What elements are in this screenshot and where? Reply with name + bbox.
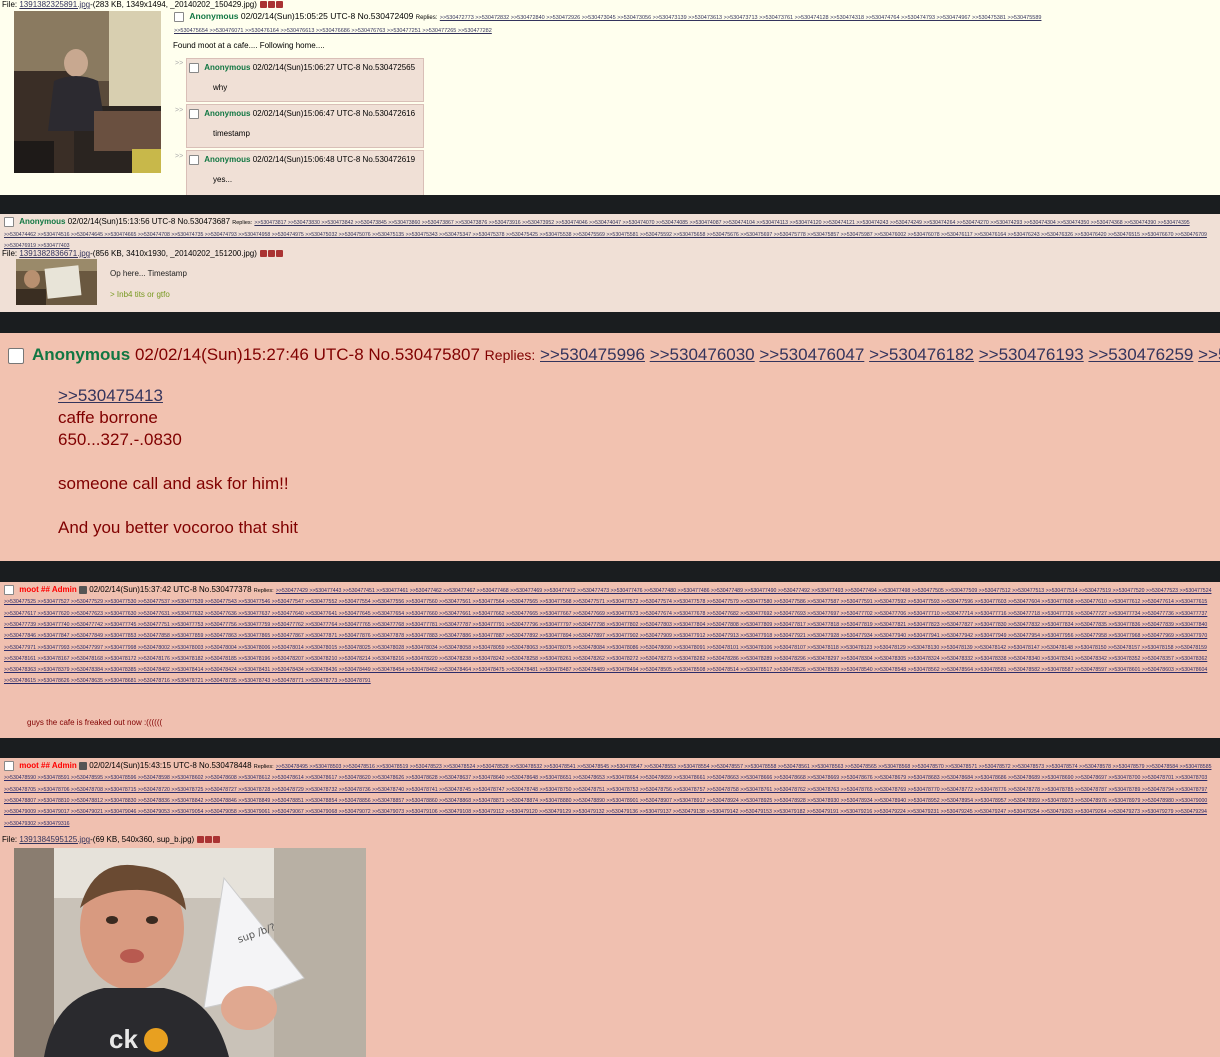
post-checkbox[interactable] xyxy=(189,109,199,119)
screenshot-2-op-timestamp: Anonymous 02/02/14(Sun)15:13:56 UTC-8 No… xyxy=(0,214,1220,312)
screenshot-3-cafe-info: Anonymous 02/02/14(Sun)15:27:46 UTC-8 No… xyxy=(0,333,1220,561)
poster-name: Anonymous xyxy=(204,109,251,119)
post-header: Anonymous 02/02/14(Sun)15:13:56 UTC-8 No… xyxy=(4,217,1216,252)
phone-line: 650...327.-.0830 xyxy=(58,430,182,449)
reply-post-3: Anonymous 02/02/14(Sun)15:06:48 UTC-8 No… xyxy=(186,150,424,195)
reply-link[interactable]: >>530476047 xyxy=(759,345,864,364)
file-label: File: xyxy=(2,835,18,844)
file-label: File: xyxy=(2,249,18,258)
google-icon[interactable] xyxy=(268,250,276,258)
reply-arrow: >> xyxy=(175,60,184,67)
poster-name: Anonymous xyxy=(19,217,66,227)
post-date-number[interactable]: 02/02/14(Sun)15:37:42 UTC-8 No.530477378 xyxy=(89,585,251,594)
call-line: someone call and ask for him!! xyxy=(58,474,289,493)
reply-comment: timestamp xyxy=(213,129,250,138)
post-checkbox[interactable] xyxy=(174,11,184,22)
file-info: File: 1391382325891.jpg-(283 KB, 1349x14… xyxy=(2,0,284,9)
svg-text:ck: ck xyxy=(109,1024,138,1054)
replies-links[interactable]: >>530478495 >>530478503 >>530478516 >>53… xyxy=(4,764,1211,826)
post-checkbox[interactable] xyxy=(189,63,199,73)
image-search-icons xyxy=(259,0,284,9)
file-label: File: xyxy=(2,0,18,9)
report-icon[interactable] xyxy=(260,250,268,258)
reply-post-1: Anonymous 02/02/14(Sun)15:06:27 UTC-8 No… xyxy=(186,58,424,102)
file-link[interactable]: 1391382836671.jpg xyxy=(19,249,90,258)
reply-post-2: Anonymous 02/02/14(Sun)15:06:47 UTC-8 No… xyxy=(186,104,424,148)
screenshot-1-op-thread: File: 1391382325891.jpg-(283 KB, 1349x14… xyxy=(0,0,1220,195)
reply-link[interactable]: >>530476030 xyxy=(650,345,755,364)
image-search-icons xyxy=(259,249,284,258)
admin-name: moot ## Admin xyxy=(19,585,77,595)
replies-label: Replies: xyxy=(484,347,536,363)
file-details: -(856 KB, 3410x1930, _20140202_151200.jp… xyxy=(90,249,257,258)
reply-link[interactable]: >>530476259 xyxy=(1088,345,1193,364)
tineye-icon[interactable] xyxy=(276,1,284,9)
reply-link[interactable]: >>530476305 xyxy=(1198,345,1220,364)
reply-arrow: >> xyxy=(175,153,184,160)
replies-links[interactable]: >>530477429 >>530477443 >>530477451 >>53… xyxy=(4,588,1211,684)
greentext-line: > Inb4 tits or gtfo xyxy=(110,290,170,299)
reply-link[interactable]: >>530476182 xyxy=(869,345,974,364)
moot-sup-b-photo[interactable]: ck sup /b/? xyxy=(14,848,366,1057)
reply-comment: yes... xyxy=(213,175,233,184)
replies-label: Replies: xyxy=(253,764,274,771)
tineye-icon[interactable] xyxy=(276,250,284,258)
cafe-name-line: caffe borrone xyxy=(58,408,158,427)
post-comment: guys the cafe is freaked out now :(((((( xyxy=(27,718,163,727)
file-info: File: 1391384595125.jpg-(69 KB, 540x360,… xyxy=(2,835,221,844)
post-comment: Op here... Timestamp xyxy=(110,269,187,278)
poster-name: Anonymous xyxy=(189,11,239,21)
post-checkbox[interactable] xyxy=(4,217,14,227)
op-image-timestamp-photo[interactable] xyxy=(16,259,97,305)
post-date-number[interactable]: 02/02/14(Sun)15:43:15 UTC-8 No.530478448 xyxy=(89,761,251,770)
tineye-icon[interactable] xyxy=(213,836,221,844)
op-comment: Found moot at a cafe.... Following home.… xyxy=(173,41,325,50)
post-date-number[interactable]: 02/02/14(Sun)15:05:25 UTC-8 No.530472409 xyxy=(241,11,413,21)
file-link[interactable]: 1391384595125.jpg xyxy=(19,835,90,844)
poster-name: Anonymous xyxy=(204,155,251,165)
post-date-number[interactable]: 02/02/14(Sun)15:27:46 UTC-8 No.530475807 xyxy=(135,345,480,364)
image-search-icons xyxy=(196,835,221,844)
report-icon[interactable] xyxy=(197,836,205,844)
file-info: File: 1391382836671.jpg-(856 KB, 3410x19… xyxy=(2,249,284,258)
screenshot-4-moot-post: moot ## Admin 02/02/14(Sun)15:37:42 UTC-… xyxy=(0,582,1220,738)
post-date-number[interactable]: 02/02/14(Sun)15:06:48 UTC-8 No.530472619 xyxy=(253,155,415,164)
reply-comment: why xyxy=(213,83,228,92)
report-icon[interactable] xyxy=(260,1,268,9)
replies-label: Replies: xyxy=(232,220,253,227)
post-header: moot ## Admin 02/02/14(Sun)15:37:42 UTC-… xyxy=(4,585,1216,687)
post-header: Anonymous 02/02/14(Sun)15:27:46 UTC-8 No… xyxy=(8,345,1220,365)
post-date-number[interactable]: 02/02/14(Sun)15:06:47 UTC-8 No.530472616 xyxy=(253,109,415,118)
reply-link[interactable]: >>530476193 xyxy=(979,345,1084,364)
admin-badge-icon xyxy=(78,762,87,770)
replies-label: Replies: xyxy=(253,588,274,595)
reply-arrow: >> xyxy=(175,107,184,114)
quote-link[interactable]: >>530475413 xyxy=(58,386,163,405)
post-checkbox[interactable] xyxy=(4,761,14,771)
post-date-number[interactable]: 02/02/14(Sun)15:13:56 UTC-8 No.530473687 xyxy=(68,217,230,226)
poster-name: Anonymous xyxy=(204,63,251,73)
post-body: >>530475413 caffe borrone 650...327.-.08… xyxy=(58,385,298,539)
google-icon[interactable] xyxy=(268,1,276,9)
file-link[interactable]: 1391382325891.jpg xyxy=(19,0,90,9)
vocaroo-line: And you better vocoroo that shit xyxy=(58,518,299,537)
poster-name: Anonymous xyxy=(32,345,131,364)
post-checkbox[interactable] xyxy=(8,347,24,364)
reply-link[interactable]: >>530475996 xyxy=(540,345,645,364)
google-icon[interactable] xyxy=(205,836,213,844)
post-checkbox[interactable] xyxy=(189,155,199,165)
file-details: -(69 KB, 540x360, sup_b.jpg) xyxy=(90,835,195,844)
op-image-cafe-photo[interactable] xyxy=(14,11,161,173)
admin-badge-icon xyxy=(78,586,87,594)
admin-name: moot ## Admin xyxy=(19,761,77,771)
post-checkbox[interactable] xyxy=(4,585,14,595)
replies-links-2[interactable]: >>530475654 >>530476071 >>530476164 >>53… xyxy=(174,28,492,34)
post-date-number[interactable]: 02/02/14(Sun)15:06:27 UTC-8 No.530472565 xyxy=(253,63,415,72)
replies-links[interactable]: >>530472773 >>530472832 >>530472840 >>53… xyxy=(440,15,1042,21)
op-post-header: Anonymous 02/02/14(Sun)15:05:25 UTC-8 No… xyxy=(174,11,1214,37)
replies-label: Replies: xyxy=(415,15,438,21)
post-header: moot ## Admin 02/02/14(Sun)15:43:15 UTC-… xyxy=(4,761,1216,829)
screenshot-5-moot-photo: moot ## Admin 02/02/14(Sun)15:43:15 UTC-… xyxy=(0,758,1220,1057)
file-details: -(283 KB, 1349x1494, _20140202_150429.jp… xyxy=(90,0,257,9)
